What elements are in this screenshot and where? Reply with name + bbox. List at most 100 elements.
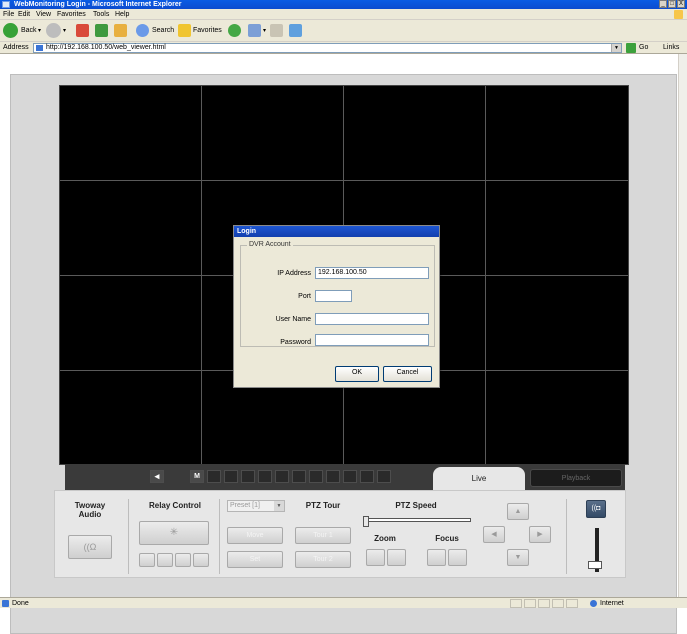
relay-1-button[interactable] <box>139 553 155 567</box>
rotate-icon[interactable] <box>326 470 340 483</box>
snapshot-icon[interactable] <box>360 470 374 483</box>
volume-slider-thumb[interactable] <box>588 561 602 569</box>
mail-icon[interactable] <box>270 24 283 37</box>
speaker-button[interactable]: ((◘ <box>586 500 606 518</box>
ip-address-field[interactable]: 192.168.100.50 <box>315 267 429 279</box>
window-title-bar: WebMonitoring Login - Microsoft Internet… <box>0 0 687 9</box>
zoom-out-button[interactable] <box>387 549 406 566</box>
minimize-button[interactable]: _ <box>659 0 667 8</box>
focus-far-button[interactable] <box>448 549 467 566</box>
internet-zone-icon <box>590 600 597 607</box>
preset-set-button[interactable]: Set <box>227 551 283 568</box>
stop-icon[interactable] <box>76 24 89 37</box>
refresh-icon[interactable] <box>95 24 108 37</box>
control-panel: Twoway Audio ((Ω Relay Control ✳ Preset … <box>54 490 626 578</box>
back-button-label[interactable]: Back <box>21 20 37 42</box>
menu-tools[interactable]: Tools <box>93 9 109 20</box>
multi-view-button[interactable]: M <box>190 470 204 483</box>
ptz-speed-slider-track[interactable] <box>367 518 471 522</box>
favorites-button-label[interactable]: Favorites <box>193 20 222 42</box>
address-bar: Address http://192.168.100.50/web_viewer… <box>0 42 687 54</box>
history-dropdown-icon[interactable]: ▾ <box>263 20 266 42</box>
port-field[interactable] <box>315 290 352 302</box>
zone-text: Internet <box>600 600 624 607</box>
menu-view[interactable]: View <box>36 9 51 20</box>
preset-move-button[interactable]: Move <box>227 527 283 544</box>
media-icon[interactable] <box>228 24 241 37</box>
search-button-label[interactable]: Search <box>152 20 174 42</box>
login-dialog: Login DVR Account IP Address 192.168.100… <box>233 225 440 388</box>
relay-3-button[interactable] <box>175 553 191 567</box>
ptz-speed-title: PTZ Speed <box>395 501 437 510</box>
layout-16-icon[interactable] <box>292 470 306 483</box>
microphone-icon: ((Ω <box>83 542 97 552</box>
home-icon[interactable] <box>114 24 127 37</box>
close-button[interactable]: X <box>677 0 685 8</box>
forward-arrow-icon[interactable] <box>46 23 61 38</box>
go-arrow-icon[interactable] <box>626 43 636 53</box>
ptz-right-button[interactable]: ▶ <box>529 526 551 543</box>
record-icon[interactable] <box>377 470 391 483</box>
menu-file[interactable]: File <box>3 9 14 20</box>
print-icon[interactable] <box>289 24 302 37</box>
cancel-button[interactable]: Cancel <box>383 366 432 382</box>
tour-1-button[interactable]: Tour 1 <box>295 527 351 544</box>
ptz-tour-title: PTZ Tour <box>305 501 341 510</box>
zoom-in-button[interactable] <box>366 549 385 566</box>
preset-dropdown-icon[interactable]: ▼ <box>274 501 284 511</box>
layout-8-icon[interactable] <box>258 470 272 483</box>
status-text: Done <box>12 600 29 607</box>
menu-edit[interactable]: Edit <box>18 9 30 20</box>
relay-4-button[interactable] <box>193 553 209 567</box>
vertical-scrollbar[interactable] <box>678 54 687 597</box>
ptz-up-button[interactable]: ▲ <box>507 503 529 520</box>
address-dropdown-icon[interactable]: ▼ <box>611 44 621 52</box>
relay-2-button[interactable] <box>157 553 173 567</box>
ptz-left-button[interactable]: ◀ <box>483 526 505 543</box>
password-label: Password <box>280 339 311 346</box>
history-icon[interactable] <box>248 24 261 37</box>
menu-favorites[interactable]: Favorites <box>57 9 86 20</box>
port-label: Port <box>298 293 311 300</box>
layout-1-icon[interactable] <box>207 470 221 483</box>
search-icon[interactable] <box>136 24 149 37</box>
tab-live[interactable]: Live <box>433 467 525 490</box>
maximize-button[interactable]: □ <box>668 0 676 8</box>
forward-dropdown-icon[interactable]: ▾ <box>63 20 66 42</box>
dialog-title: Login <box>234 226 439 237</box>
user-name-field[interactable] <box>315 313 429 325</box>
password-field[interactable] <box>315 334 429 346</box>
ok-button[interactable]: OK <box>335 366 379 382</box>
tour-2-button[interactable]: Tour 2 <box>295 551 351 568</box>
collapse-arrow-icon[interactable]: ◂ <box>150 470 164 483</box>
layout-4-icon[interactable] <box>224 470 238 483</box>
menu-help[interactable]: Help <box>115 9 129 20</box>
zoom-icon[interactable] <box>343 470 357 483</box>
back-dropdown-icon[interactable]: ▾ <box>38 20 41 42</box>
arrow-right-icon: ▶ <box>537 531 543 538</box>
relay-button[interactable]: ✳ <box>139 521 209 545</box>
sequence-icon[interactable] <box>309 470 323 483</box>
ie-app-icon <box>2 1 10 8</box>
focus-near-button[interactable] <box>427 549 446 566</box>
windows-logo-icon <box>674 10 683 19</box>
ptz-down-button[interactable]: ▼ <box>507 549 529 566</box>
links-button[interactable]: Links <box>663 42 679 54</box>
address-input[interactable]: http://192.168.100.50/web_viewer.html ▼ <box>33 43 622 53</box>
preset-select[interactable]: Preset [1] ▼ <box>227 500 285 512</box>
ip-address-label: IP Address <box>277 270 311 277</box>
tab-playback[interactable]: Playback <box>530 469 622 487</box>
group-label: DVR Account <box>247 241 293 248</box>
status-bar: Done Internet <box>0 597 687 608</box>
page-done-icon <box>2 600 9 607</box>
go-button[interactable]: Go <box>639 42 648 54</box>
back-arrow-icon[interactable] <box>3 23 18 38</box>
layout-6-icon[interactable] <box>241 470 255 483</box>
menu-bar: File Edit View Favorites Tools Help <box>0 9 687 20</box>
favorites-star-icon[interactable] <box>178 24 191 37</box>
twoway-audio-button[interactable]: ((Ω <box>68 535 112 559</box>
dvr-account-group: DVR Account IP Address 192.168.100.50 Po… <box>240 241 435 347</box>
twoway-audio-title: Twoway Audio <box>74 501 106 519</box>
ptz-speed-slider-thumb[interactable] <box>363 516 369 527</box>
layout-9-icon[interactable] <box>275 470 289 483</box>
